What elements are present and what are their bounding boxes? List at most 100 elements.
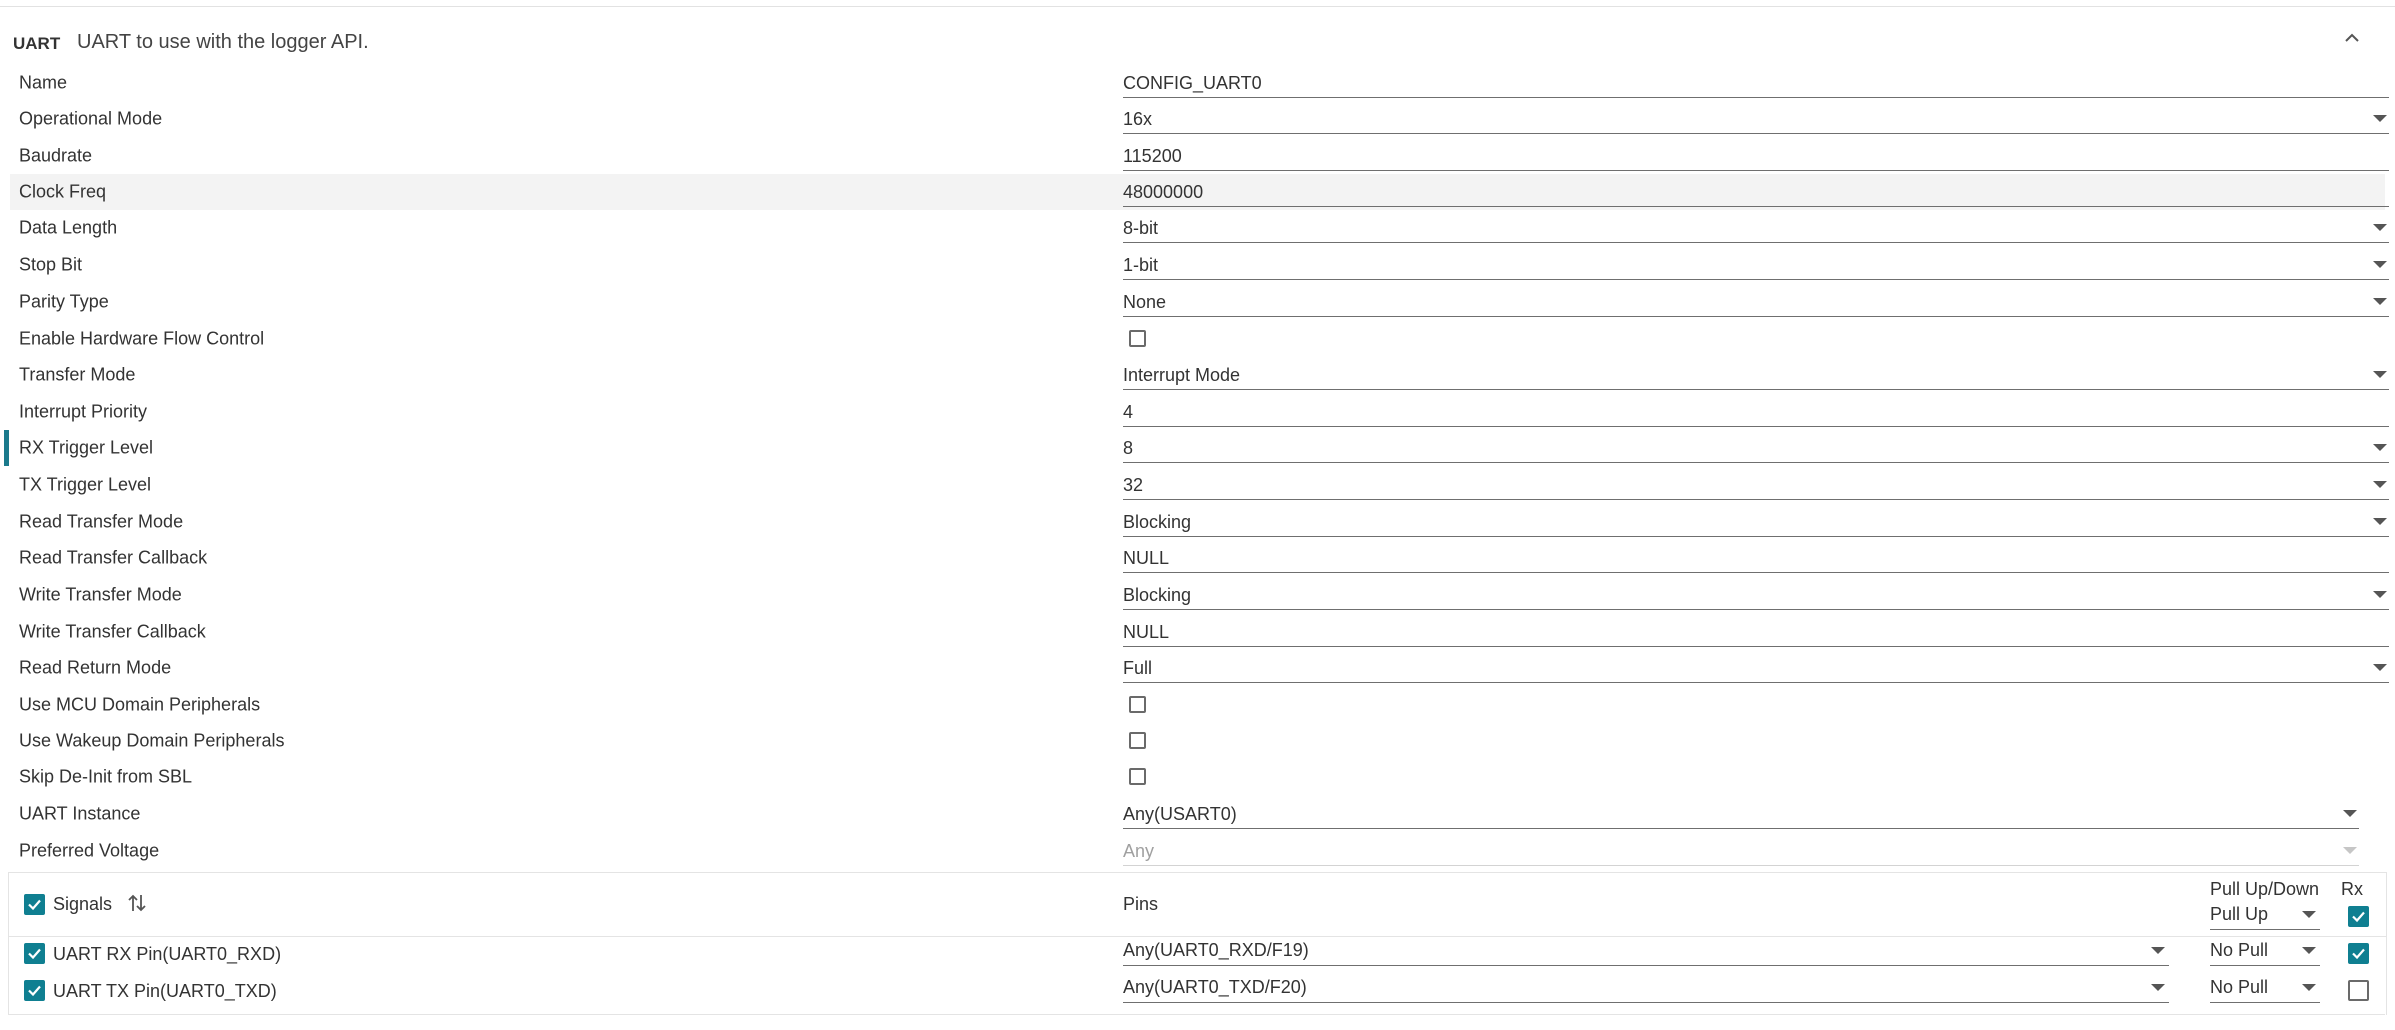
pin-tx-select[interactable]: Any(UART0_TXD/F20): [1123, 974, 2169, 1003]
sort-icon[interactable]: [127, 892, 147, 919]
rx-trigger-level-select[interactable]: 8: [1123, 432, 2389, 463]
read-return-mode-select[interactable]: Full: [1123, 652, 2389, 683]
read-transfer-mode-value: Blocking: [1123, 512, 1192, 532]
interrupt-priority-input[interactable]: 4: [1123, 396, 2389, 427]
pull-rx-select[interactable]: No Pull: [2210, 937, 2320, 966]
pin-tx-value: Any(UART0_TXD/F20): [1123, 977, 1307, 997]
interrupt-priority-label: Interrupt Priority: [19, 401, 148, 422]
caret-down-icon: [2373, 115, 2387, 122]
row-read-return-mode: Read Return Mode Full: [10, 650, 2389, 686]
pull-tx-select[interactable]: No Pull: [2210, 974, 2320, 1003]
pull-tx-value: No Pull: [2210, 977, 2269, 997]
read-transfer-callback-input[interactable]: NULL: [1123, 542, 2389, 573]
preferred-voltage-select: Any: [1123, 835, 2359, 866]
use-wakeup-domain-label: Use Wakeup Domain Peripherals: [19, 730, 285, 751]
read-transfer-mode-select[interactable]: Blocking: [1123, 506, 2389, 537]
hw-flow-control-checkbox[interactable]: [1129, 330, 1146, 347]
row-rx-trigger-level: RX Trigger Level 8: [4, 430, 2389, 466]
baudrate-label: Baudrate: [19, 145, 93, 166]
pull-rx-value: No Pull: [2210, 940, 2269, 960]
pin-rx-value: Any(UART0_RXD/F19): [1123, 940, 1309, 960]
row-read-transfer-callback: Read Transfer Callback NULL: [10, 540, 2389, 576]
focus-marker: [4, 430, 9, 466]
read-transfer-callback-label: Read Transfer Callback: [19, 547, 208, 568]
row-use-wakeup-domain: Use Wakeup Domain Peripherals: [10, 723, 2385, 759]
bottom-divider: [8, 1014, 2385, 1015]
signals-table: Signals Pins Pull Up/Down Pull Up Rx UAR…: [8, 872, 2387, 1015]
write-transfer-mode-select[interactable]: Blocking: [1123, 579, 2389, 610]
row-data-length: Data Length 8-bit: [10, 210, 2389, 246]
pin-rx-select[interactable]: Any(UART0_RXD/F19): [1123, 937, 2169, 966]
rx-header: Rx: [2341, 879, 2363, 899]
rx-select-all-checkbox[interactable]: [2348, 906, 2369, 927]
rx-checkbox[interactable]: [2348, 943, 2369, 964]
write-transfer-mode-label: Write Transfer Mode: [19, 584, 182, 605]
data-length-label: Data Length: [19, 217, 118, 238]
rx-trigger-level-label: RX Trigger Level: [19, 437, 154, 458]
data-length-value: 8-bit: [1123, 218, 1159, 238]
caret-down-icon: [2302, 947, 2316, 954]
row-read-transfer-mode: Read Transfer Mode Blocking: [10, 504, 2389, 540]
transfer-mode-value: Interrupt Mode: [1123, 365, 1241, 385]
signal-row-checkbox[interactable]: [24, 943, 45, 964]
transfer-mode-select[interactable]: Interrupt Mode: [1123, 359, 2389, 390]
row-skip-deinit-sbl: Skip De-Init from SBL: [10, 759, 2385, 795]
row-baudrate: Baudrate 115200: [10, 138, 2389, 174]
parity-type-select[interactable]: None: [1123, 286, 2389, 317]
use-wakeup-domain-checkbox[interactable]: [1129, 732, 1146, 749]
tx-trigger-level-select[interactable]: 32: [1123, 469, 2389, 500]
preferred-voltage-value: Any: [1123, 841, 1155, 861]
uart-instance-value: Any(USART0): [1123, 804, 1237, 824]
row-stop-bit: Stop Bit 1-bit: [10, 247, 2389, 283]
stop-bit-select[interactable]: 1-bit: [1123, 249, 2389, 280]
skip-deinit-sbl-label: Skip De-Init from SBL: [19, 766, 193, 787]
caret-down-icon: [2151, 984, 2165, 991]
caret-down-icon: [2343, 810, 2357, 817]
signal-tx-label: UART TX Pin(UART0_TXD): [53, 981, 277, 1001]
baudrate-input[interactable]: 115200: [1123, 140, 2389, 171]
pull-header-value: Pull Up: [2210, 904, 2269, 924]
pull-header: Pull Up/Down: [2210, 879, 2320, 899]
caret-down-icon: [2373, 298, 2387, 305]
skip-deinit-sbl-checkbox[interactable]: [1129, 768, 1146, 785]
operational-mode-value: 16x: [1123, 109, 1153, 129]
section-description: UART to use with the logger API.: [77, 31, 369, 53]
clock-freq-label: Clock Freq: [19, 181, 107, 202]
baudrate-value: 115200: [1123, 146, 1182, 166]
write-transfer-callback-input[interactable]: NULL: [1123, 616, 2389, 647]
row-operational-mode: Operational Mode 16x: [10, 101, 2389, 137]
caret-down-icon: [2302, 984, 2316, 991]
signals-header: Signals: [53, 894, 113, 914]
pull-header-select[interactable]: Pull Up: [2210, 901, 2320, 930]
caret-down-icon: [2373, 444, 2387, 451]
read-return-mode-label: Read Return Mode: [19, 657, 172, 678]
section-header[interactable]: UART UART to use with the logger API.: [0, 8, 2395, 60]
uart-instance-select[interactable]: Any(USART0): [1123, 798, 2359, 829]
row-transfer-mode: Transfer Mode Interrupt Mode: [10, 357, 2389, 393]
use-mcu-domain-checkbox[interactable]: [1129, 696, 1146, 713]
write-transfer-mode-value: Blocking: [1123, 585, 1192, 605]
pins-header: Pins: [1123, 894, 1159, 914]
tx-trigger-level-label: TX Trigger Level: [19, 474, 152, 495]
name-input[interactable]: CONFIG_UART0: [1123, 67, 2389, 98]
chevron-up-icon[interactable]: [2340, 26, 2364, 50]
row-write-transfer-mode: Write Transfer Mode Blocking: [10, 577, 2389, 613]
operational-mode-select[interactable]: 16x: [1123, 103, 2389, 134]
row-clock-freq: Clock Freq 48000000: [10, 174, 2389, 210]
row-write-transfer-callback: Write Transfer Callback NULL: [10, 614, 2389, 650]
tx-trigger-level-value: 32: [1123, 475, 1144, 495]
row-parity-type: Parity Type None: [10, 284, 2389, 320]
read-transfer-callback-value: NULL: [1123, 548, 1170, 568]
signals-select-all-checkbox[interactable]: [24, 894, 45, 915]
clock-freq-input[interactable]: 48000000: [1123, 176, 2389, 207]
tx-rx-checkbox[interactable]: [2348, 980, 2369, 1001]
signal-row-checkbox[interactable]: [24, 980, 45, 1001]
stop-bit-label: Stop Bit: [19, 254, 83, 275]
operational-mode-label: Operational Mode: [19, 108, 163, 129]
caret-down-icon: [2373, 481, 2387, 488]
name-label: Name: [19, 72, 68, 93]
caret-down-icon: [2373, 591, 2387, 598]
hw-flow-control-label: Enable Hardware Flow Control: [19, 328, 265, 349]
preferred-voltage-label: Preferred Voltage: [19, 840, 160, 861]
data-length-select[interactable]: 8-bit: [1123, 212, 2389, 243]
